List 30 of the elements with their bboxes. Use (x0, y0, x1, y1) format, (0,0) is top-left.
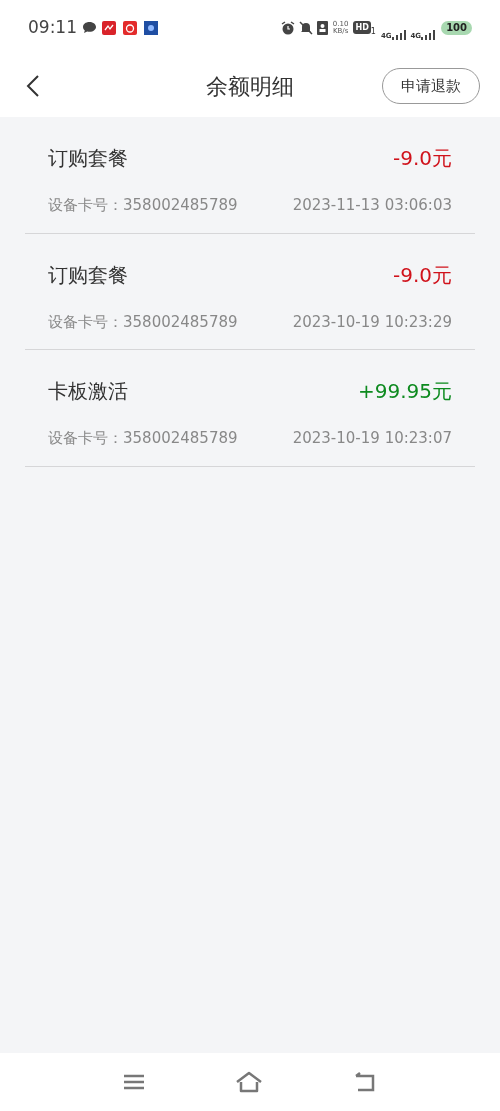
record-time: 2023-11-13 03:06:03 (292, 195, 452, 216)
mute-icon (298, 20, 313, 35)
record-title: 订购套餐 (48, 145, 128, 172)
battery-indicator: 100 (441, 20, 472, 35)
signal-icon (391, 30, 406, 40)
alarm-icon (280, 20, 295, 35)
record-time: 2023-10-19 10:23:29 (292, 311, 452, 333)
record-amount: +99.95元 (358, 378, 452, 405)
contact-card-icon (316, 20, 328, 35)
card-number: 设备卡号：358002485789 (48, 195, 238, 216)
chat-icon (82, 21, 97, 34)
record-time: 2023-10-19 10:23:07 (292, 428, 452, 449)
card-number: 设备卡号：358002485789 (48, 311, 238, 333)
home-icon[interactable] (235, 1071, 263, 1093)
hd-badge: HD (353, 21, 371, 34)
menu-icon[interactable] (123, 1074, 145, 1090)
record-title: 卡板激活 (48, 378, 128, 405)
page-title: 余额明细 (206, 72, 294, 101)
refund-button[interactable]: 申请退款 (382, 68, 480, 104)
app-icon (102, 20, 116, 35)
signal-icon (421, 30, 436, 40)
back-icon[interactable] (26, 74, 40, 98)
record-title: 订购套餐 (48, 261, 128, 289)
hd-sub: 1 (370, 28, 376, 36)
app-icon (144, 20, 158, 35)
app-icon (123, 20, 137, 35)
card-number: 设备卡号：358002485789 (48, 428, 238, 449)
record-amount: -9.0元 (392, 145, 452, 172)
status-time: 09:11 (28, 15, 77, 39)
record-amount: -9.0元 (392, 261, 452, 289)
